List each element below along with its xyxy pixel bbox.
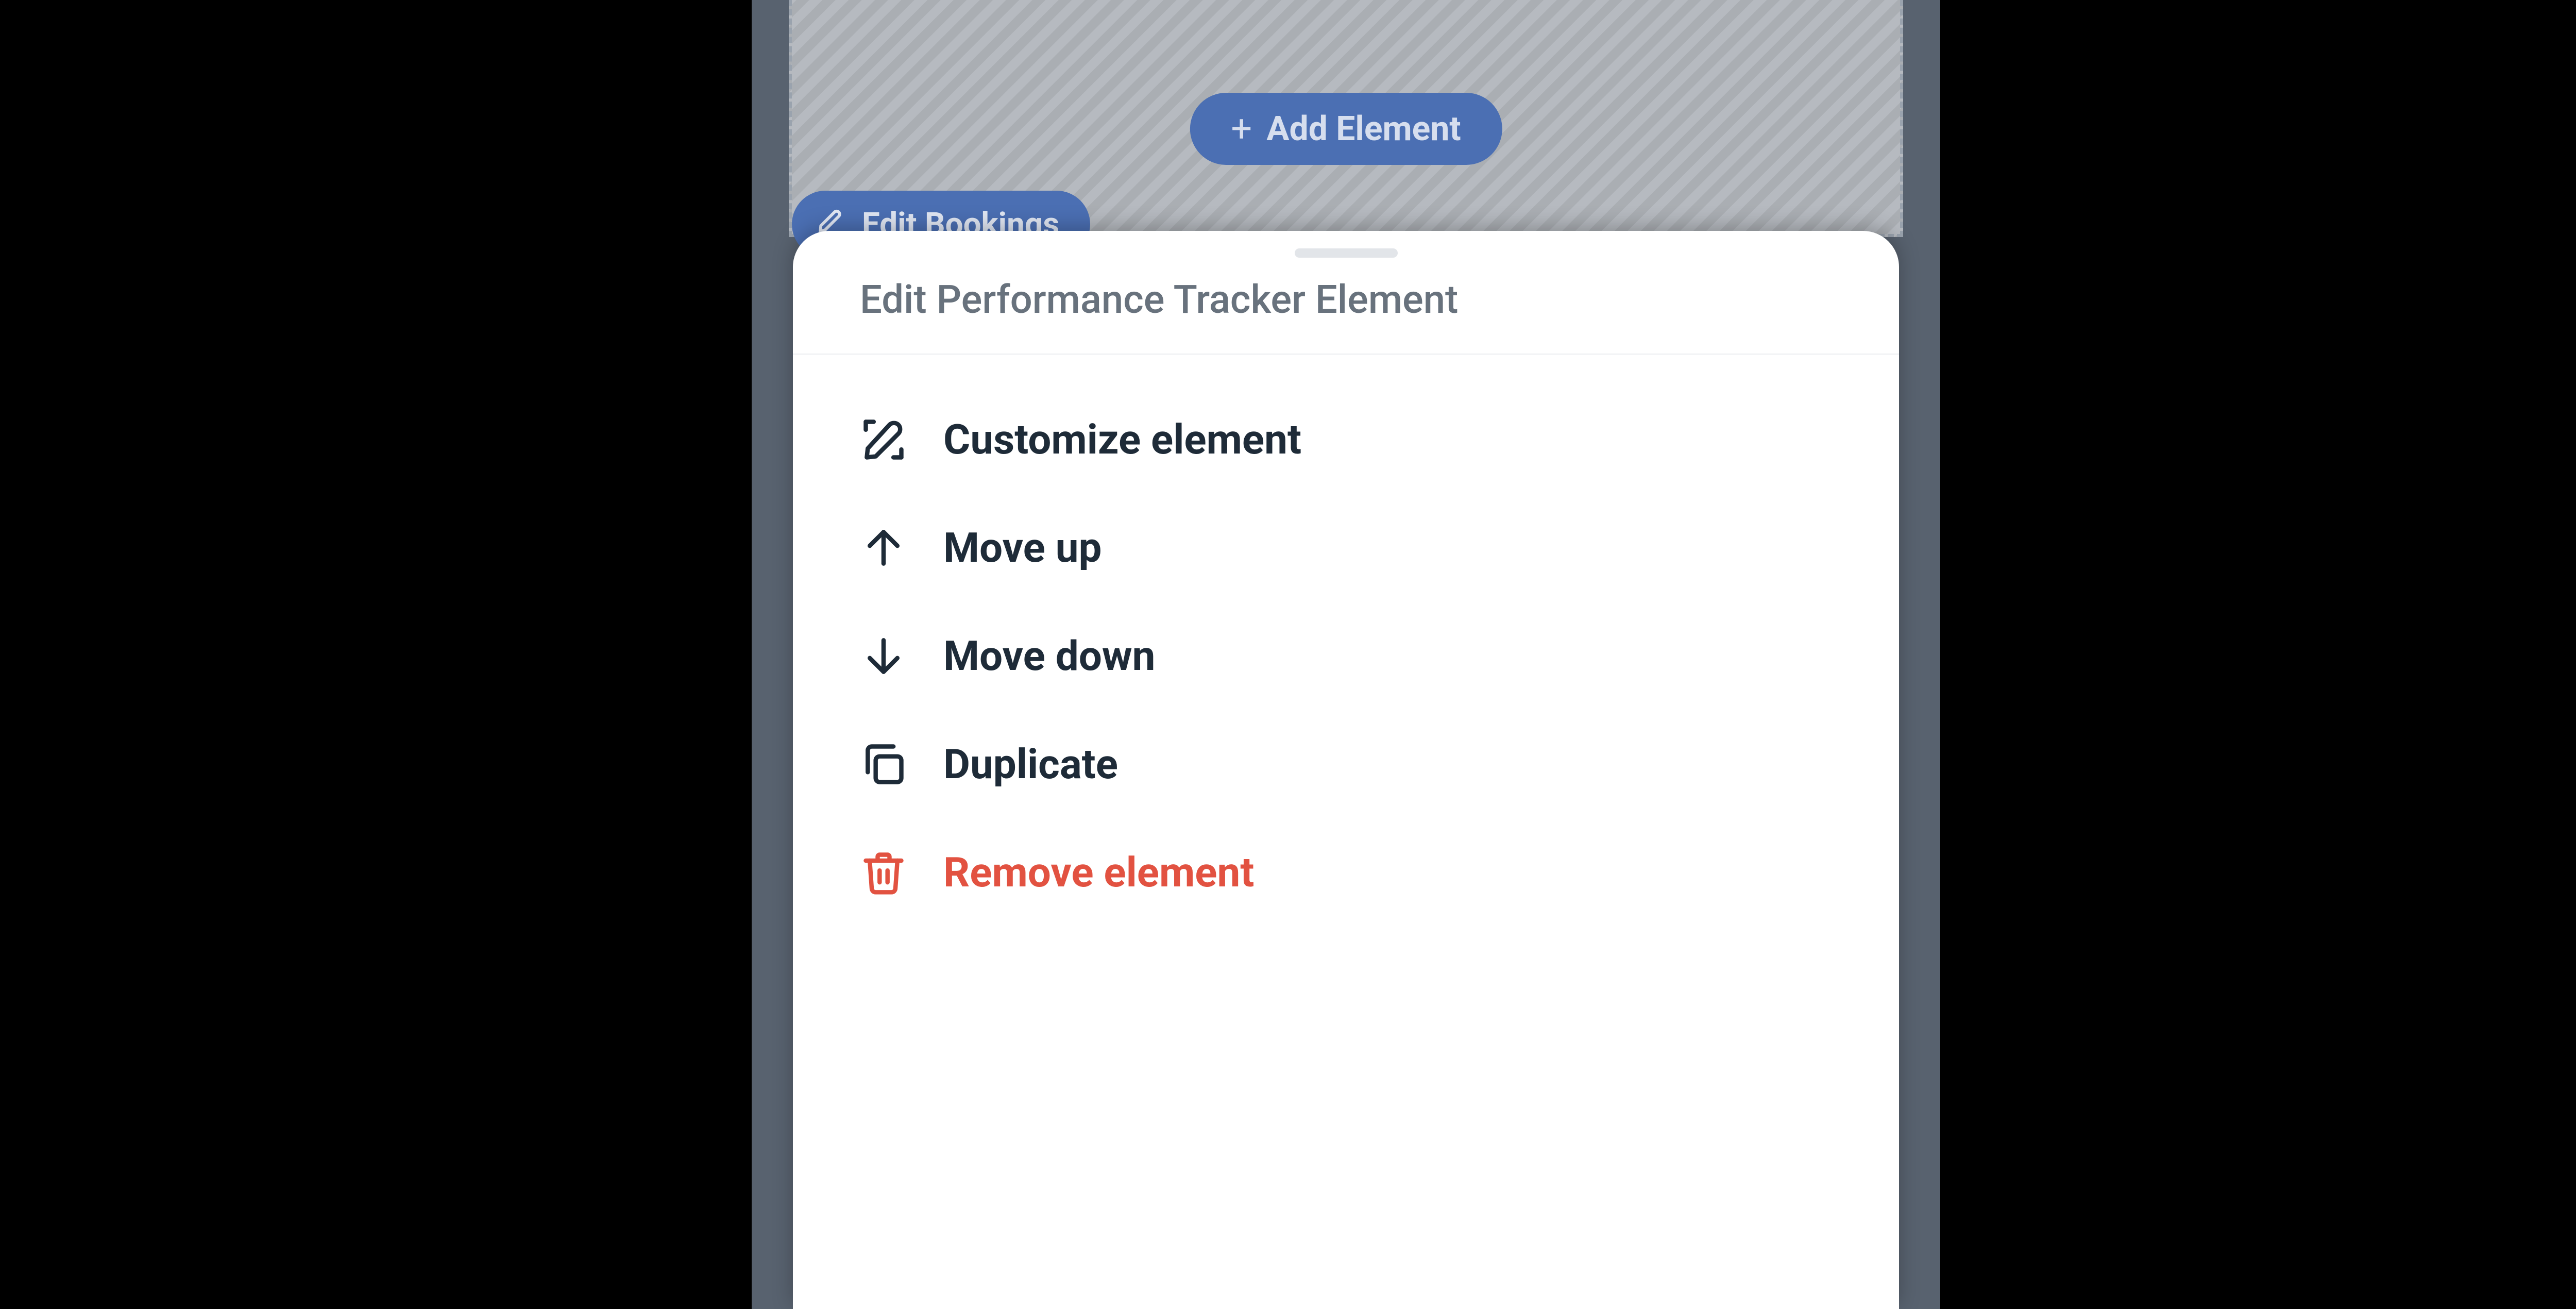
menu-item-move-up[interactable]: Move up bbox=[793, 494, 1899, 602]
trash-icon bbox=[860, 849, 907, 896]
add-element-label: Add Element bbox=[1266, 109, 1461, 149]
menu-item-duplicate[interactable]: Duplicate bbox=[793, 710, 1899, 818]
menu-item-move-down[interactable]: Move down bbox=[793, 602, 1899, 710]
sheet-grabber[interactable] bbox=[1295, 248, 1398, 258]
sheet-title: Edit Performance Tracker Element bbox=[793, 258, 1899, 354]
menu-item-label: Customize element bbox=[943, 415, 1301, 464]
menu-item-label: Remove element bbox=[943, 848, 1254, 897]
menu-item-customize[interactable]: Customize element bbox=[793, 385, 1899, 494]
menu-item-label: Move up bbox=[943, 524, 1102, 572]
customize-icon bbox=[860, 416, 907, 463]
menu-item-label: Duplicate bbox=[943, 740, 1118, 788]
editor-canvas: + Add Element Edit Bookings Edit Perform… bbox=[752, 0, 1940, 1309]
arrow-down-icon bbox=[860, 632, 907, 680]
action-sheet: Edit Performance Tracker Element Customi… bbox=[793, 231, 1899, 1309]
duplicate-icon bbox=[860, 741, 907, 788]
sheet-menu: Customize element Move up Move down bbox=[793, 355, 1899, 947]
menu-item-remove[interactable]: Remove element bbox=[793, 818, 1899, 927]
menu-item-label: Move down bbox=[943, 632, 1155, 680]
arrow-up-icon bbox=[860, 524, 907, 572]
plus-icon: + bbox=[1231, 110, 1252, 147]
add-element-button[interactable]: + Add Element bbox=[1190, 93, 1502, 165]
